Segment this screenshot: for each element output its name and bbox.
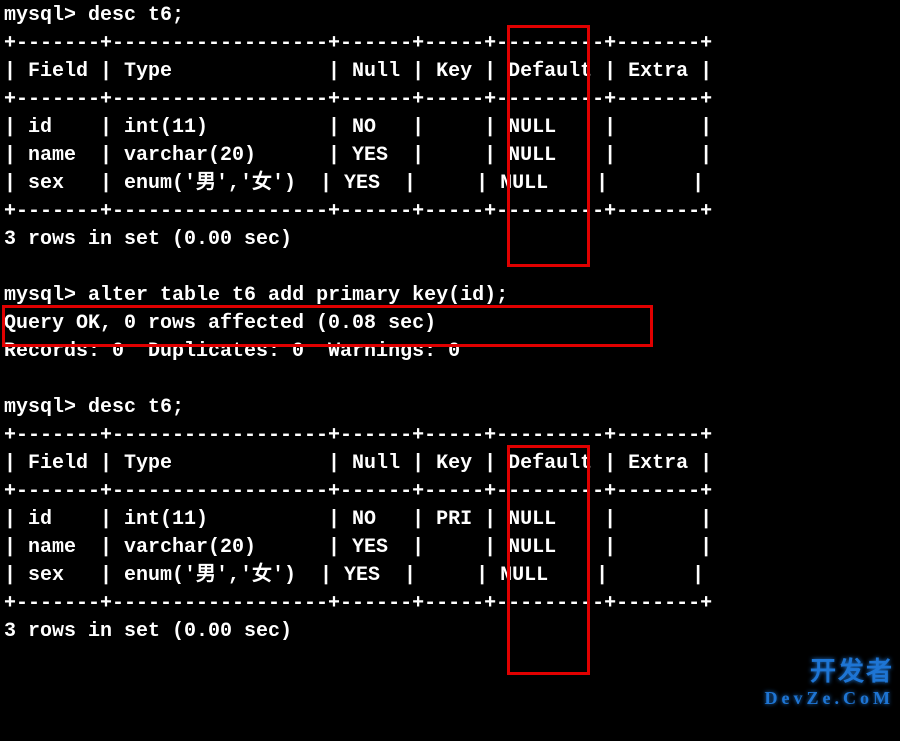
records-line: Records: 0 Duplicates: 0 Warnings: 0 <box>4 340 460 363</box>
table-header: | Field | Type | Null | Key | Default | … <box>4 452 712 475</box>
table-row: | name | varchar(20) | YES | | NULL | | <box>4 536 712 559</box>
terminal-output: mysql> desc t6; +-------+---------------… <box>4 2 712 646</box>
table-row: | name | varchar(20) | YES | | NULL | | <box>4 144 712 167</box>
table-border: +-------+------------------+------+-----… <box>4 32 712 55</box>
table-row: | sex | enum('男','女') | YES | | NULL | | <box>4 564 704 587</box>
table-border: +-------+------------------+------+-----… <box>4 480 712 503</box>
table-row: | id | int(11) | NO | | NULL | | <box>4 116 712 139</box>
table-border: +-------+------------------+------+-----… <box>4 424 712 447</box>
mysql-prompt[interactable]: mysql> <box>4 4 76 27</box>
query-ok: Query OK, 0 rows affected (0.08 sec) <box>4 312 436 335</box>
table-border: +-------+------------------+------+-----… <box>4 592 712 615</box>
command-alter: alter table t6 add primary key(id); <box>88 284 508 307</box>
table-border: +-------+------------------+------+-----… <box>4 88 712 111</box>
result-rows: 3 rows in set (0.00 sec) <box>4 228 292 251</box>
mysql-prompt[interactable]: mysql> <box>4 396 76 419</box>
table-header: | Field | Type | Null | Key | Default | … <box>4 60 712 83</box>
result-rows: 3 rows in set (0.00 sec) <box>4 620 292 643</box>
command-desc-1: desc t6; <box>88 4 184 27</box>
watermark: 开发者DevZe.CoM <box>765 660 894 707</box>
mysql-prompt[interactable]: mysql> <box>4 284 76 307</box>
table-border: +-------+------------------+------+-----… <box>4 200 712 223</box>
table-row: | sex | enum('男','女') | YES | | NULL | | <box>4 172 704 195</box>
table-row: | id | int(11) | NO | PRI | NULL | | <box>4 508 712 531</box>
command-desc-2: desc t6; <box>88 396 184 419</box>
